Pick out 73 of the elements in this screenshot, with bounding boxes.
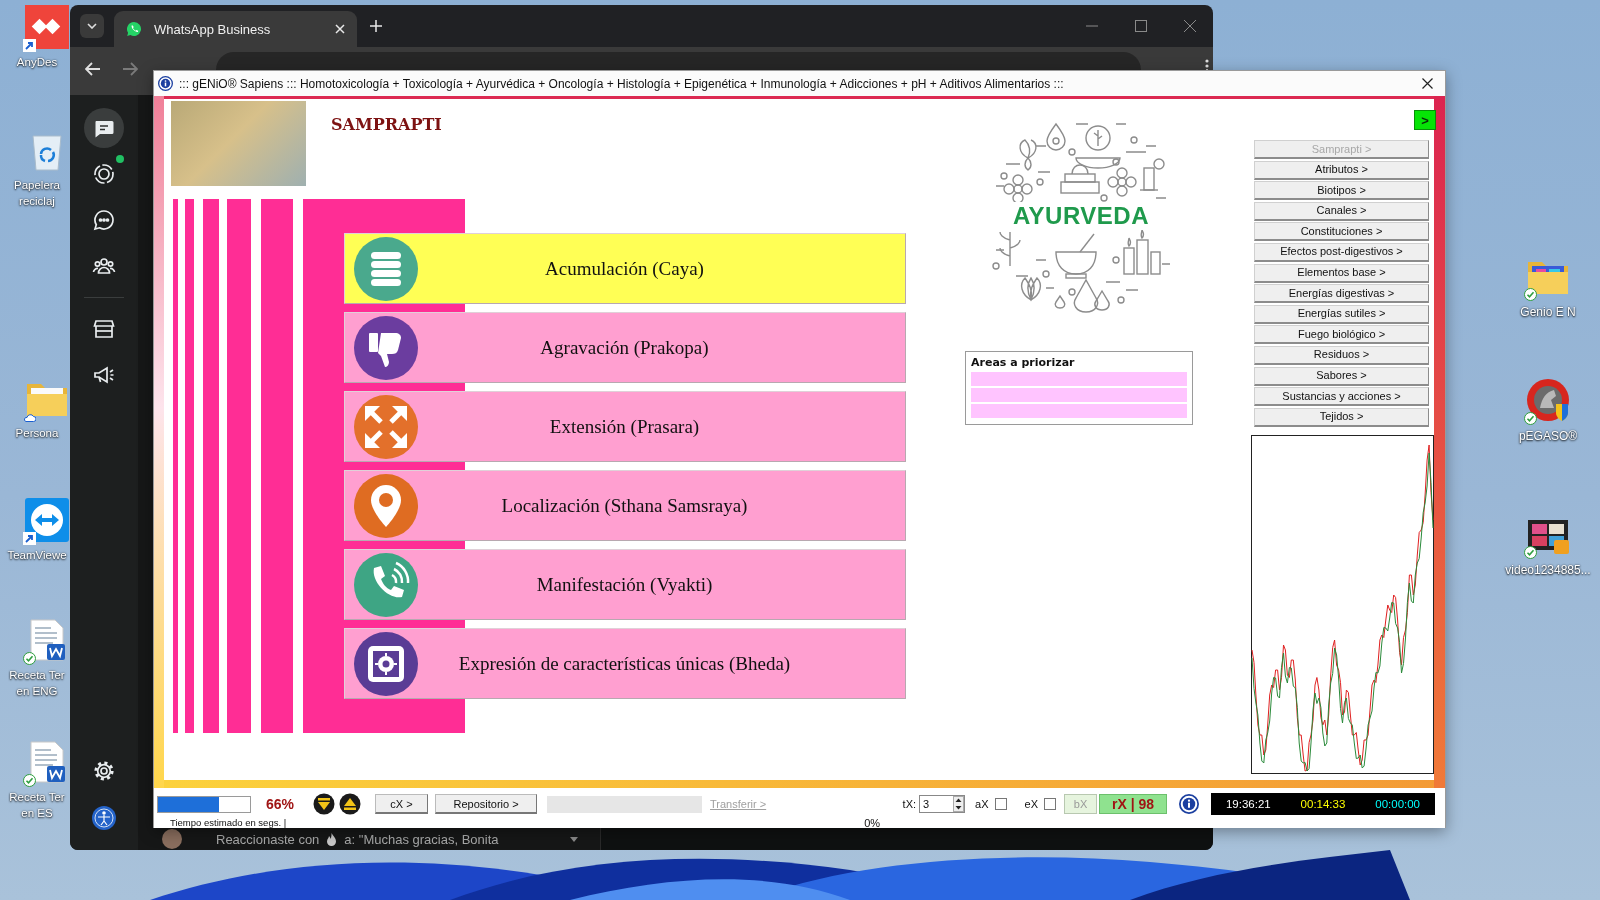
flame-icon — [327, 832, 337, 846]
thumbs-down-icon — [354, 315, 418, 380]
checkbox[interactable] — [1044, 798, 1056, 810]
checkbox-label: eX — [1024, 798, 1038, 810]
section-button[interactable]: Energías sutiles > — [1254, 304, 1429, 324]
section-button[interactable]: Elementos base > — [1254, 263, 1429, 283]
chat-bubble-icon[interactable] — [92, 208, 116, 232]
diamond-tile-icon[interactable] — [25, 5, 69, 49]
plus-icon[interactable] — [370, 20, 382, 32]
map-pin-icon — [354, 473, 418, 538]
percent-label: 66% — [266, 796, 295, 812]
section-button[interactable]: Sustancias y acciones > — [1254, 387, 1429, 407]
caret-icon[interactable] — [570, 836, 578, 842]
tab-list-button[interactable] — [80, 14, 104, 38]
message-preview: Reaccionaste con — [216, 831, 320, 847]
safe-icon — [354, 631, 418, 696]
settings-icon[interactable] — [92, 759, 116, 783]
clock-reading: 00:14:33 — [1300, 798, 1346, 810]
clock-reading: 19:36:21 — [1225, 798, 1271, 810]
stage-row[interactable]: Extensión (Prasara) — [344, 391, 906, 462]
toolbar-button[interactable]: cX > — [375, 794, 429, 814]
phone-icon — [354, 552, 418, 617]
chevron-down-icon — [87, 23, 97, 29]
section-button[interactable]: Fuego biológico > — [1254, 325, 1429, 345]
chat-icon[interactable] — [84, 108, 124, 148]
expand-arrows-icon — [354, 394, 418, 459]
ring-shield-icon[interactable] — [1526, 378, 1570, 422]
stage-row[interactable]: Agravación (Prakopa) — [344, 312, 906, 383]
info-icon[interactable] — [158, 76, 173, 91]
checkbox[interactable] — [994, 798, 1007, 810]
section-button[interactable]: Atributos > — [1254, 160, 1429, 180]
stage-row[interactable]: Acumulación (Caya) — [344, 233, 906, 304]
next-button[interactable]: > — [1414, 110, 1436, 130]
spin-arrows-icon[interactable] — [953, 796, 965, 812]
logo-wordmark: AYURVEDA — [1012, 202, 1149, 230]
section-button[interactable]: Energías digestivas > — [1254, 284, 1429, 304]
section-button[interactable]: Tejidos > — [1254, 407, 1429, 427]
triangle-down-icon[interactable] — [313, 793, 336, 815]
maximize-icon[interactable] — [1135, 20, 1147, 32]
stage-row[interactable]: Localización (Sthana Samsraya) — [344, 470, 906, 541]
page-heading: SAMPRAPTI — [331, 117, 442, 133]
forward-arrow-icon[interactable] — [122, 62, 138, 76]
section-button[interactable]: Biotipos > — [1254, 181, 1429, 201]
window-title: ::: gENiO® Sapiens ::: Homotoxicología + Toxicología + Ayurvédica + Oncología + Histología + Epigenética + Inmunología + Adicciones + pH + Aditivos Alimentarios ::: — [179, 76, 1064, 91]
stage-row[interactable]: Manifestación (Vyakti) — [344, 549, 906, 620]
estimate-caption: Tiempo estimado en segs. | — [170, 817, 287, 828]
browser-tab[interactable]: WhatsApp Business — [114, 11, 357, 47]
info-icon[interactable] — [1179, 794, 1199, 814]
back-arrow-icon[interactable] — [85, 62, 101, 76]
stacked-discs-icon — [354, 236, 418, 301]
message-preview: a: "Muchas gracias, Bonita — [344, 831, 499, 847]
phone-bubble-icon — [126, 21, 142, 37]
toolbar-button[interactable]: Repositorio > — [435, 794, 538, 814]
section-button[interactable]: Sabores > — [1254, 366, 1429, 386]
field-label: tX: — [902, 798, 917, 810]
toolbar-button[interactable]: rX | 98 — [1099, 794, 1167, 814]
contact-avatar[interactable] — [162, 829, 182, 849]
profile-avatar-icon[interactable] — [92, 806, 116, 830]
number-field[interactable]: 3 — [919, 795, 966, 813]
storefront-icon[interactable] — [92, 317, 116, 341]
section-button[interactable]: Residuos > — [1254, 345, 1429, 365]
panel-title: Areas a priorizar — [971, 355, 1076, 370]
section-button[interactable]: Constituciones > — [1254, 222, 1429, 242]
status-ring-icon[interactable] — [92, 162, 116, 186]
checkbox-label: aX — [975, 798, 989, 810]
close-icon[interactable] — [1422, 78, 1433, 89]
section-button[interactable]: Canales > — [1254, 201, 1429, 221]
percent-label: 0% — [864, 816, 881, 829]
triangle-up-icon[interactable] — [339, 793, 362, 815]
section-button[interactable]: Efectos post-digestivos > — [1254, 242, 1429, 262]
clock-reading: 00:00:00 — [1375, 798, 1420, 810]
double-arrow-tile-icon[interactable] — [25, 498, 69, 542]
stage-row[interactable]: Expresión de características únicas (Bheda) — [344, 628, 906, 699]
